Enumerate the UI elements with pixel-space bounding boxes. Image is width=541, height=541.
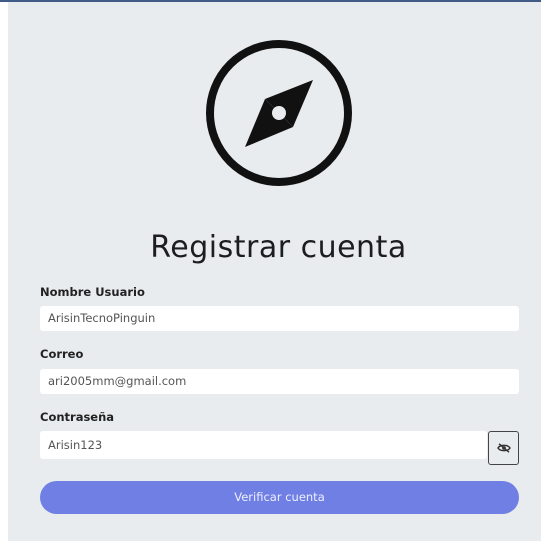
email-input[interactable]: ari2005mm@gmail.com: [40, 369, 519, 394]
compass-icon: [206, 40, 352, 186]
password-label: Contraseña: [40, 410, 115, 424]
email-label: Correo: [40, 347, 84, 361]
password-input[interactable]: Arisin123: [40, 431, 487, 459]
toggle-password-button[interactable]: [488, 431, 519, 465]
eye-slash-icon: [496, 443, 511, 453]
username-label: Nombre Usuario: [40, 285, 145, 299]
username-input[interactable]: ArisinTecnoPinguin: [40, 306, 519, 331]
page-title: Registrar cuenta: [150, 230, 407, 265]
verify-account-button[interactable]: Verificar cuenta: [40, 481, 519, 514]
